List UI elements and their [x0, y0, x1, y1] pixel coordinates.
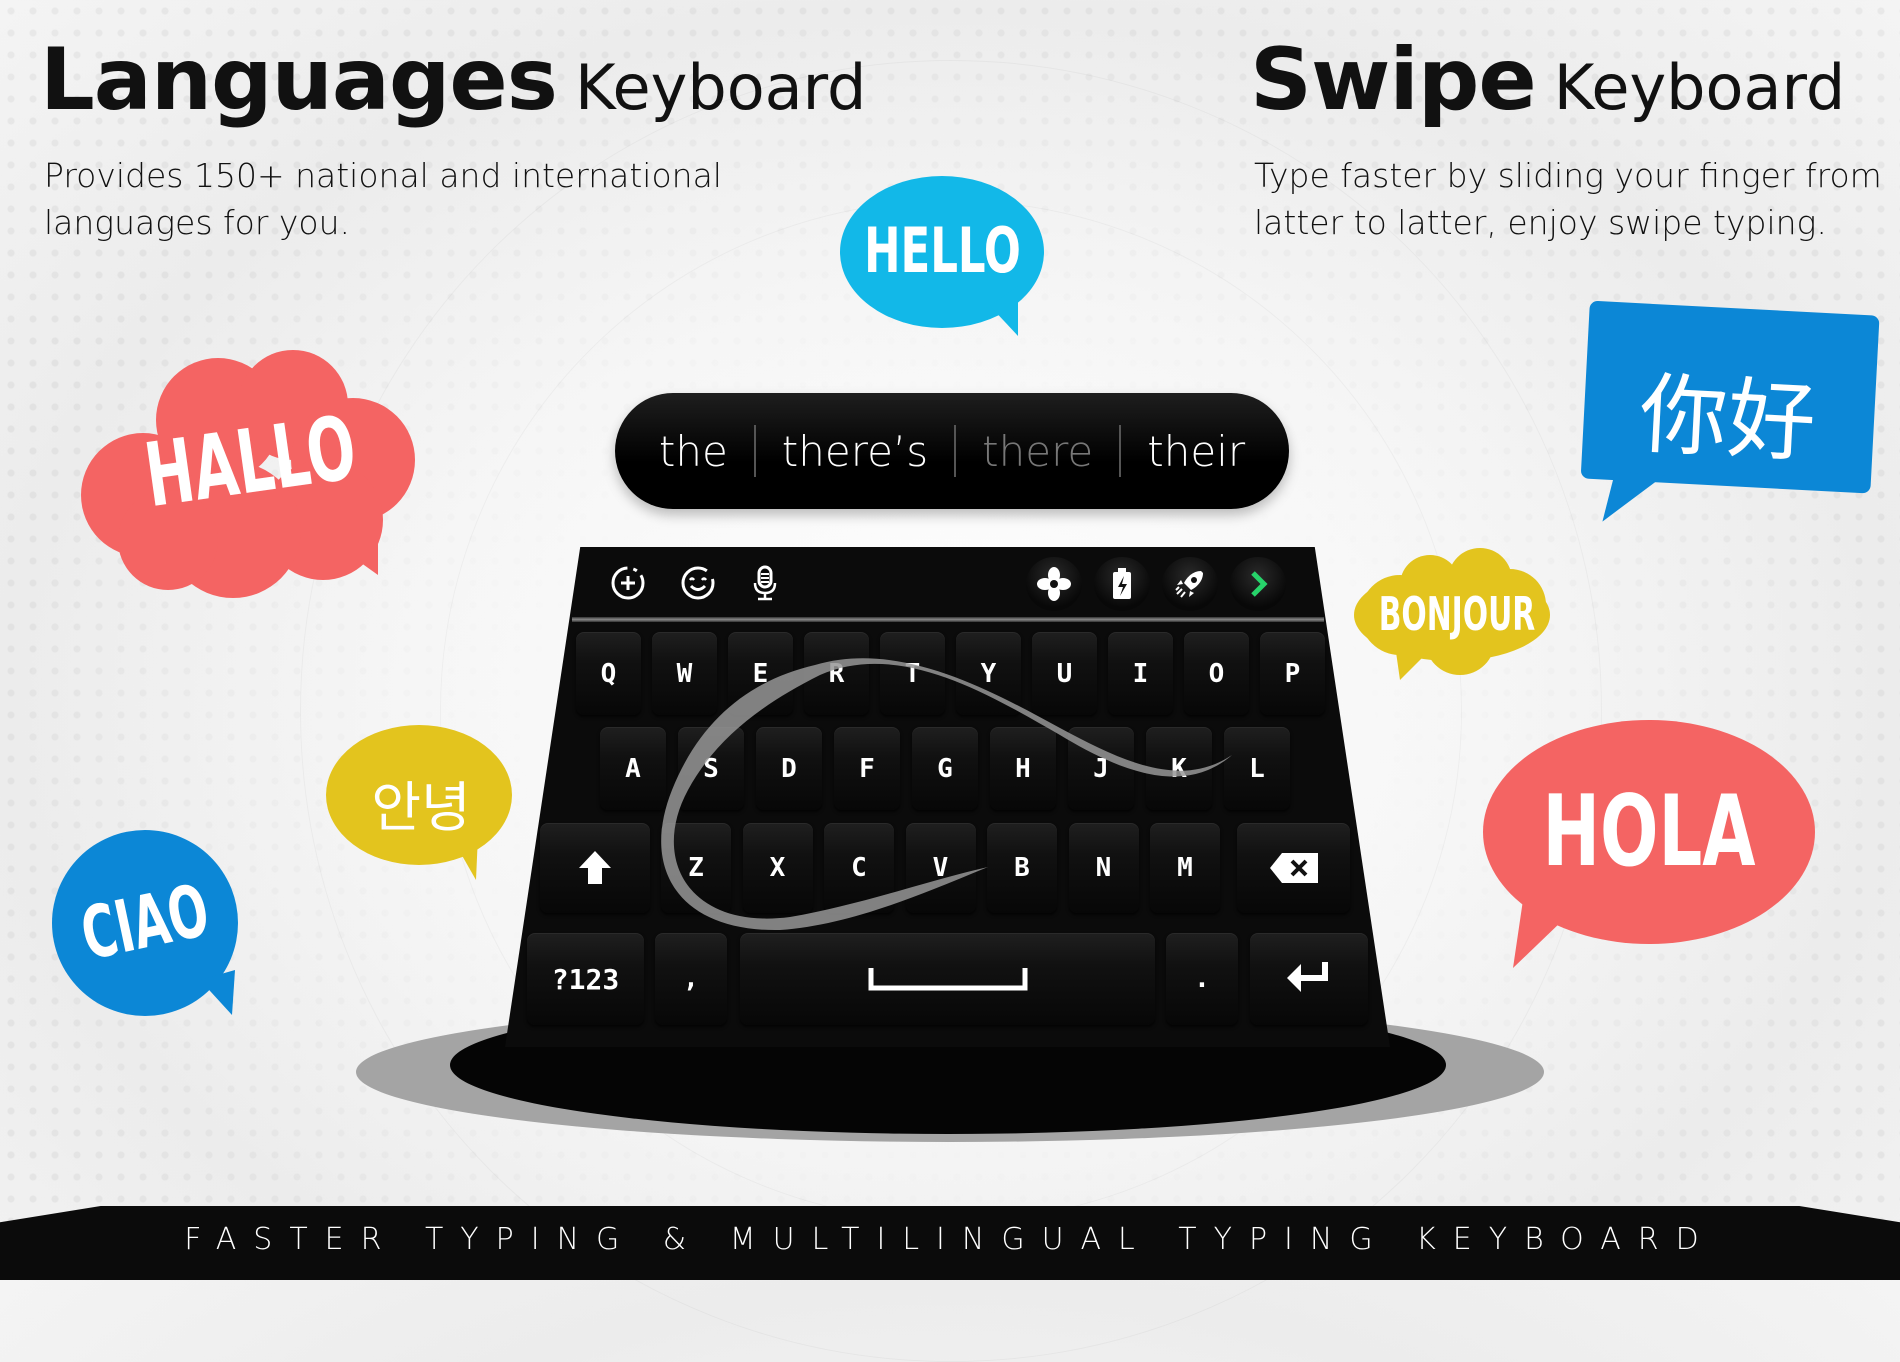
key-h[interactable]: H: [990, 727, 1056, 810]
emoji-icon[interactable]: [678, 563, 718, 603]
numbers-key[interactable]: ?123: [527, 933, 644, 1025]
suggestion-theres[interactable]: there’s: [756, 427, 954, 476]
key-b[interactable]: B: [987, 823, 1057, 913]
title-bold: Languages: [40, 30, 558, 130]
space-key[interactable]: [740, 933, 1155, 1025]
shift-key[interactable]: [540, 823, 650, 913]
bubble-word: HOLA: [1542, 775, 1756, 889]
next-button[interactable]: [1230, 557, 1286, 611]
suggestion-the[interactable]: the: [633, 427, 754, 476]
key-x[interactable]: X: [742, 823, 813, 913]
key-r[interactable]: R: [804, 632, 869, 715]
title-bold: Swipe: [1250, 30, 1537, 130]
description-line: latter to latter, enjoy swipe typing.: [1254, 203, 1827, 242]
fan-icon: [1037, 567, 1071, 601]
rocket-boost-button[interactable]: [1162, 557, 1218, 611]
suggestion-there[interactable]: there: [956, 427, 1119, 476]
description-line: Type faster by sliding your finger from: [1254, 156, 1882, 195]
shift-arrow-icon: [579, 851, 611, 884]
rocket-icon: [1175, 571, 1203, 598]
key-j[interactable]: J: [1068, 727, 1134, 810]
word-suggestion-bar: the there’s there their: [615, 393, 1289, 509]
period-key[interactable]: .: [1166, 933, 1238, 1025]
add-circle-icon[interactable]: [608, 563, 648, 603]
key-c[interactable]: C: [824, 823, 894, 913]
bonjour-speech-bubble: BONJOUR: [1350, 545, 1555, 685]
key-w[interactable]: W: [652, 632, 717, 715]
ciao-speech-bubble: CIAO: [50, 830, 240, 1016]
key-i[interactable]: I: [1108, 632, 1173, 715]
key-l[interactable]: L: [1224, 727, 1290, 810]
key-t[interactable]: T: [880, 632, 945, 715]
hola-speech-bubble: HOLA: [1483, 720, 1815, 970]
title-light: Keyboard: [574, 51, 867, 124]
key-g[interactable]: G: [912, 727, 978, 810]
key-p[interactable]: P: [1260, 632, 1325, 715]
nihao-speech-bubble: 你好: [1578, 301, 1880, 528]
enter-return-icon: [1287, 962, 1328, 992]
key-n[interactable]: N: [1068, 823, 1139, 913]
key-k[interactable]: K: [1146, 727, 1212, 810]
battery-saver-button[interactable]: [1094, 557, 1150, 611]
key-q[interactable]: Q: [576, 632, 641, 715]
key-f[interactable]: F: [834, 727, 900, 810]
backspace-icon: [1269, 853, 1318, 883]
enter-key[interactable]: [1250, 933, 1368, 1025]
key-s[interactable]: S: [678, 727, 744, 810]
key-d[interactable]: D: [756, 727, 822, 810]
key-m[interactable]: M: [1150, 823, 1220, 913]
suggestion-their[interactable]: their: [1121, 427, 1271, 476]
battery-icon: [1113, 568, 1131, 599]
microphone-icon[interactable]: [745, 563, 785, 603]
bubble-word: HELLO: [864, 214, 1021, 287]
description-line: languages for you.: [44, 203, 351, 242]
key-o[interactable]: O: [1184, 632, 1249, 715]
annyeong-speech-bubble: 안녕: [326, 725, 516, 883]
key-v[interactable]: V: [905, 823, 976, 913]
swipe-keyboard-title: Swipe Keyboard: [1250, 30, 1845, 130]
backspace-key[interactable]: [1237, 823, 1350, 913]
key-u[interactable]: U: [1032, 632, 1097, 715]
hallo-speech-bubble: HALLO: [78, 335, 423, 605]
comma-key[interactable]: ,: [655, 933, 727, 1025]
toolbar-divider: [572, 617, 1324, 622]
key-e[interactable]: E: [728, 632, 793, 715]
hello-speech-bubble: HELLO: [840, 176, 1045, 336]
swipe-keyboard-description: Type faster by sliding your finger from …: [1254, 152, 1882, 246]
keyboard-toolbar: [580, 547, 1325, 619]
key-a[interactable]: A: [600, 727, 666, 810]
key-y[interactable]: Y: [956, 632, 1021, 715]
bubble-word: BONJOUR: [1378, 587, 1536, 641]
fan-cleaner-button[interactable]: [1026, 557, 1082, 611]
chevron-right-icon: [1251, 571, 1268, 597]
title-light: Keyboard: [1553, 51, 1846, 124]
bubble-word: 你好: [1637, 362, 1819, 475]
languages-keyboard-description: Provides 150+ national and international…: [44, 152, 722, 246]
description-line: Provides 150+ national and international: [44, 156, 722, 195]
key-z[interactable]: Z: [661, 823, 731, 913]
footer-tagline: FASTER TYPING & MULTILINGUAL TYPING KEYB…: [184, 1222, 1716, 1257]
space-bar-icon: [868, 968, 1027, 991]
bubble-word: 안녕: [371, 776, 471, 839]
languages-keyboard-title: Languages Keyboard: [40, 30, 866, 130]
